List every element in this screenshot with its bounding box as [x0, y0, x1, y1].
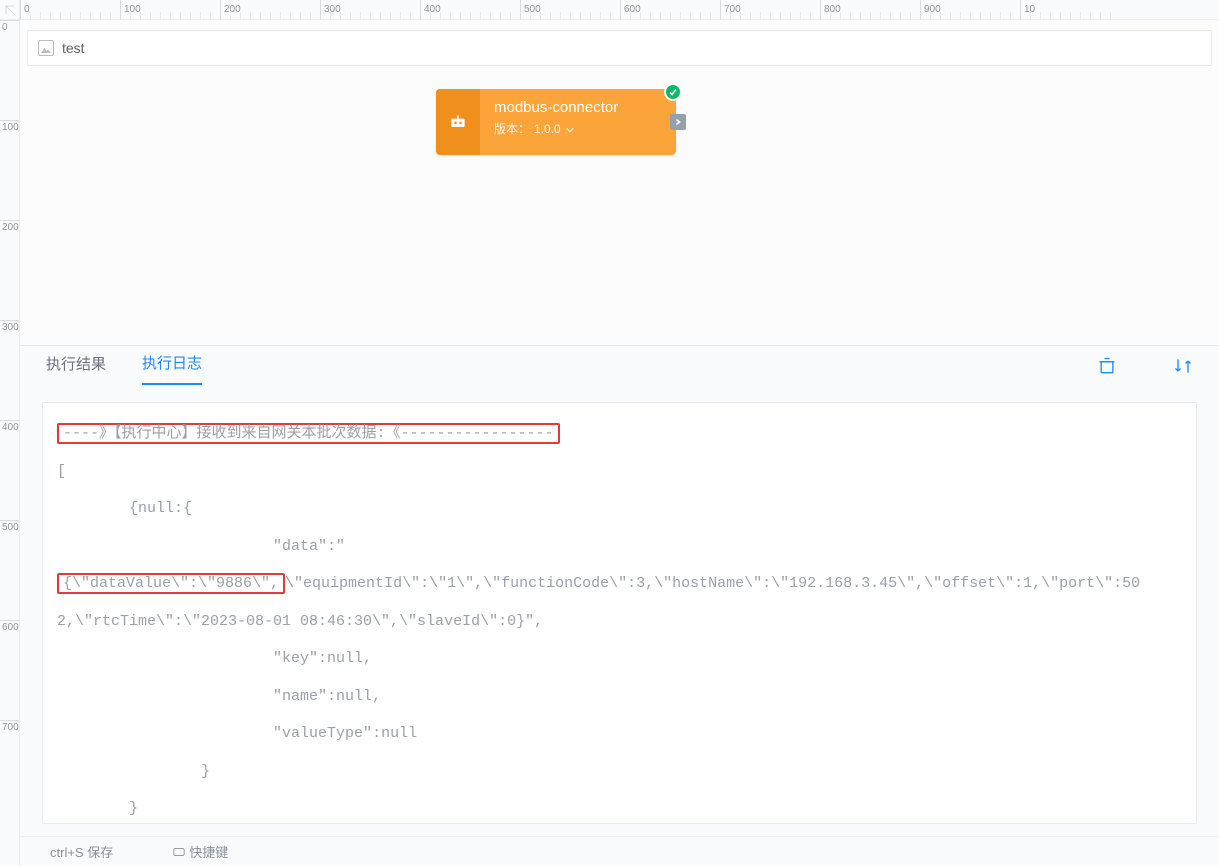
canvas-window[interactable]: test [27, 30, 1212, 66]
canvas-window-title: test [62, 40, 85, 56]
ruler-horizontal: 010020030040050060070080090010 [20, 0, 1219, 20]
node-version-label: 版本： [494, 120, 530, 137]
robot-icon [436, 89, 480, 155]
log-line: [ [57, 463, 66, 480]
sort-icon[interactable] [1173, 356, 1193, 380]
node-version[interactable]: 版本： 1.0.0 [494, 120, 662, 137]
node-title: modbus-connector [494, 99, 662, 116]
tab-logs[interactable]: 执行日志 [142, 352, 202, 385]
chevron-down-icon [565, 124, 575, 134]
delete-icon[interactable] [1097, 356, 1117, 380]
node-version-value: 1.0.0 [534, 122, 561, 136]
node-output-port[interactable] [670, 114, 686, 130]
statusbar-shortcut-hint[interactable]: 快捷键 [173, 842, 228, 861]
panel-tabs: 执行结果 执行日志 [20, 346, 1219, 390]
log-line: "data":" [57, 538, 345, 555]
bottom-panel: 执行结果 执行日志 ----》【执行中心】接收到来自网关本批次数据:《-----… [20, 345, 1219, 836]
ruler-origin [0, 0, 20, 20]
status-bar: ctrl+S 保存 快捷键 [20, 836, 1219, 866]
log-line: {null:{ [57, 500, 192, 517]
log-line: } [57, 800, 138, 817]
image-icon [38, 40, 54, 56]
log-line: } [57, 763, 210, 780]
log-highlight-header: ----》【执行中心】接收到来自网关本批次数据:《---------------… [57, 423, 560, 444]
log-line: "valueType":null [57, 725, 417, 742]
node-modbus-connector[interactable]: modbus-connector 版本： 1.0.0 [436, 89, 676, 155]
statusbar-shortcut-label: 快捷键 [189, 845, 228, 860]
log-output[interactable]: ----》【执行中心】接收到来自网关本批次数据:《---------------… [42, 402, 1197, 824]
log-highlight-datavalue: {\"dataValue\":\"9886\", [57, 573, 285, 594]
tab-results[interactable]: 执行结果 [46, 353, 106, 384]
statusbar-save-hint: ctrl+S 保存 [50, 842, 113, 861]
log-line: "name":null, [57, 688, 381, 705]
log-line: "key":null, [57, 650, 372, 667]
status-success-icon [664, 83, 682, 101]
ruler-vertical: 0100200300400500600700 [0, 20, 20, 866]
